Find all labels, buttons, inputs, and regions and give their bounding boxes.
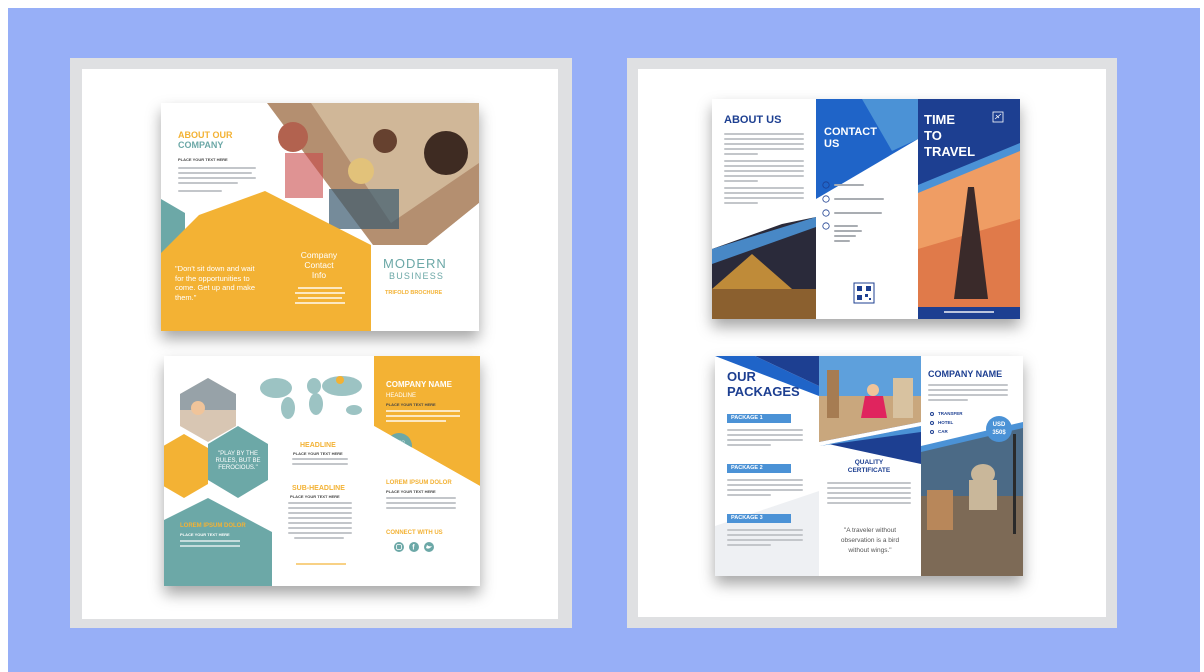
email-icon bbox=[822, 195, 830, 203]
lorem-title-left: LOREM IPSUM DOLOR bbox=[180, 523, 246, 529]
logo-label: LOGO HERE bbox=[393, 439, 405, 449]
contact-icons bbox=[822, 181, 830, 230]
brochure-modern-front: ABOUT OUR COMPANY PLACE YOUR TEXT HERE "… bbox=[161, 103, 479, 331]
about-us-title: ABOUT US bbox=[724, 114, 782, 126]
social-icons: f bbox=[394, 542, 434, 552]
service-transfer: TRANSFER bbox=[938, 411, 963, 416]
phone-icon bbox=[822, 181, 830, 189]
travel-title-3: TRAVEL bbox=[924, 144, 976, 159]
instagram-icon[interactable] bbox=[394, 542, 404, 552]
mockup-canvas: ABOUT US CONTACT US TIME TO TRAVEL OUR P… bbox=[638, 69, 1106, 617]
mockup-canvas: ABOUT OUR COMPANY PLACE YOUR TEXT HERE "… bbox=[82, 69, 558, 619]
company-headline: HEADLINE bbox=[386, 393, 417, 399]
lorem-title-right: LOREM IPSUM DOLOR bbox=[386, 480, 452, 486]
location-pin-icon bbox=[822, 222, 830, 230]
about-title-2: COMPANY bbox=[178, 140, 224, 150]
bullet-icon bbox=[930, 430, 934, 434]
company-name: COMPANY NAME bbox=[386, 380, 452, 389]
headline: HEADLINE bbox=[300, 442, 336, 449]
brochure-modern-back: "PLAY BY THE RULES, BUT BE FEROCIOUS." H… bbox=[164, 356, 480, 586]
brochure-travel-front: ABOUT US CONTACT US TIME TO TRAVEL bbox=[712, 99, 1020, 319]
sub-headline: SUB-HEADLINE bbox=[292, 485, 345, 492]
globe-icon bbox=[822, 209, 830, 217]
sub-place: PLACE YOUR TEXT HERE bbox=[290, 494, 340, 499]
package-2-label: PACKAGE 2 bbox=[731, 464, 763, 471]
company-name: COMPANY NAME bbox=[928, 369, 1003, 379]
brand-title-1: MODERN bbox=[383, 256, 447, 271]
price-value: 350$ bbox=[992, 430, 1006, 436]
brand-title-2: BUSINESS bbox=[389, 271, 445, 281]
company-place: PLACE YOUR TEXT HERE bbox=[386, 402, 436, 407]
travel-quote: "A traveler without observation is a bir… bbox=[840, 527, 900, 554]
travel-title-1: TIME bbox=[924, 112, 956, 127]
headline-place: PLACE YOUR TEXT HERE bbox=[293, 451, 343, 456]
travel-title-2: TO bbox=[924, 128, 942, 143]
bullet-icon bbox=[930, 421, 934, 425]
service-car: CAR bbox=[938, 429, 948, 434]
world-map bbox=[260, 376, 362, 419]
lorem-place-left: PLACE YOUR TEXT HERE bbox=[180, 532, 230, 537]
contact-line-1: Company bbox=[300, 250, 338, 260]
package-3-label: PACKAGE 3 bbox=[731, 514, 763, 521]
contact-line-2: Contact bbox=[304, 260, 334, 270]
contact-title-1: CONTACT bbox=[824, 126, 877, 138]
certificate-title-2: CERTIFICATE bbox=[847, 467, 891, 474]
contact-title-2: US bbox=[824, 138, 840, 150]
package-1-label: PACKAGE 1 bbox=[731, 414, 763, 421]
quote-text: "PLAY BY THE RULES, BUT BE FEROCIOUS." bbox=[215, 451, 261, 472]
place-text: PLACE YOUR TEXT HERE bbox=[178, 157, 228, 162]
connect-label: CONNECT WITH US bbox=[386, 530, 443, 536]
mockup-frame-modern-business: ABOUT OUR COMPANY PLACE YOUR TEXT HERE "… bbox=[70, 58, 572, 628]
brochure-travel-back: OUR PACKAGES PACKAGE 1 PACKAGE 2 PACKAGE… bbox=[715, 356, 1023, 576]
quote-text: "Don't sit down and wait for the opportu… bbox=[175, 264, 256, 302]
certificate-title-1: QUALITY bbox=[854, 459, 884, 466]
lorem-place-right: PLACE YOUR TEXT HERE bbox=[386, 489, 436, 494]
mockup-frame-travel: ABOUT US CONTACT US TIME TO TRAVEL OUR P… bbox=[627, 58, 1117, 628]
brand-subtitle: TRIFOLD BROCHURE bbox=[385, 290, 443, 296]
contact-line-3: Info bbox=[311, 270, 327, 280]
price-currency: USD bbox=[992, 422, 1006, 428]
map-pin-icon bbox=[336, 376, 344, 384]
price-badge bbox=[986, 416, 1012, 442]
packages-title-1: OUR bbox=[727, 369, 756, 384]
bullet-icon bbox=[930, 412, 934, 416]
service-hotel: HOTEL bbox=[938, 420, 954, 425]
packages-title-2: PACKAGES bbox=[727, 384, 800, 399]
